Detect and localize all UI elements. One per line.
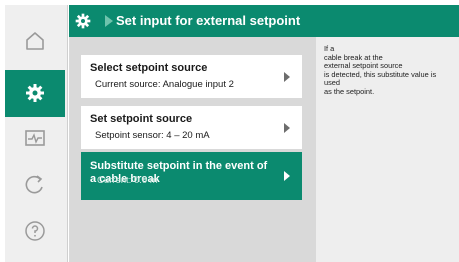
help-button[interactable]	[20, 217, 50, 245]
page-header: Set input for external setpoint	[69, 5, 459, 37]
chevron-right-icon	[284, 123, 290, 133]
settings-button[interactable]	[20, 79, 50, 107]
settings-gear-icon	[75, 13, 91, 29]
menu-item-select-setpoint-source[interactable]: Select setpoint source Current source: A…	[81, 55, 302, 98]
device-screen: Set input for external setpoint Select s…	[0, 0, 459, 262]
restore-button[interactable]	[20, 171, 50, 199]
help-panel: If a cable break at the external setpoin…	[316, 37, 459, 262]
menu-item-substitute-setpoint[interactable]: Substitute setpoint in the event of a ca…	[81, 152, 302, 200]
chevron-right-icon	[284, 171, 290, 181]
menu-list: Select setpoint source Current source: A…	[69, 37, 316, 262]
diagnostics-monitor-icon	[25, 130, 45, 146]
menu-item-subtitle: Setpoint sensor: 4 – 20 mA	[95, 130, 210, 141]
menu-item-title: Set setpoint source	[90, 113, 193, 125]
help-question-icon	[25, 221, 45, 241]
restore-undo-icon	[25, 175, 43, 194]
home-button[interactable]	[20, 27, 50, 55]
menu-item-subtitle: Current source: Analogue input 2	[95, 79, 234, 90]
menu-item-set-setpoint-source[interactable]: Set setpoint source Setpoint sensor: 4 –…	[81, 106, 302, 149]
menu-item-title: Select setpoint source	[90, 62, 208, 74]
settings-gear-icon	[26, 84, 44, 102]
page-title: Set input for external setpoint	[116, 13, 301, 28]
breadcrumb-arrow-icon	[105, 15, 113, 27]
help-text: If a cable break at the external setpoin…	[324, 44, 454, 97]
help-line: is detected, this substitute value is	[324, 69, 437, 79]
diagnostics-button[interactable]	[20, 125, 50, 153]
navigation-rail	[5, 5, 68, 262]
menu-item-subtitle: Current: 0.0 m	[97, 175, 158, 186]
chevron-right-icon	[284, 72, 290, 82]
home-icon	[26, 32, 44, 50]
help-line: as the setpoint.	[324, 86, 375, 96]
